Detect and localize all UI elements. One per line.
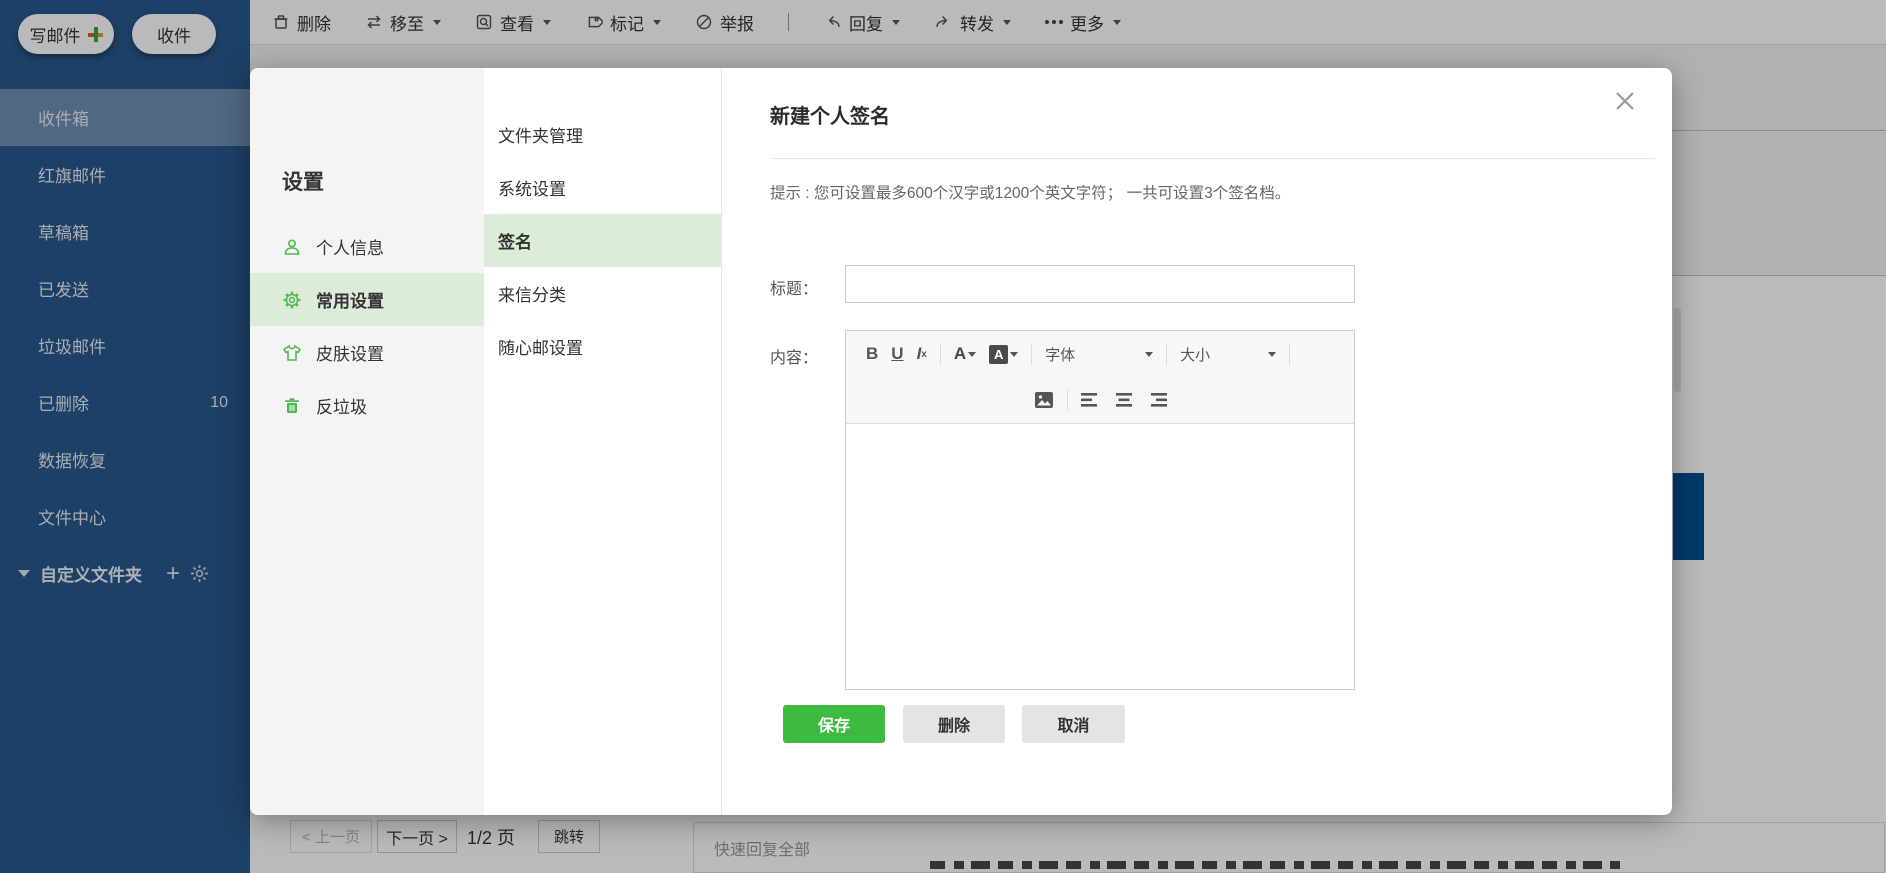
gear-icon (283, 291, 301, 308)
toolbar-separator (1289, 343, 1291, 365)
tshirt-icon (282, 343, 302, 361)
chevron-down-icon (968, 351, 977, 357)
settings-modal: 设置 个人信息 常用设置 皮肤设置 反垃圾 文件夹管理 系统设置 签名 来信分类… (250, 68, 1672, 815)
font-size-select[interactable]: 大小 (1180, 344, 1277, 365)
background-color-icon: A (989, 344, 1009, 364)
align-center-icon[interactable] (1114, 392, 1134, 408)
toolbar-separator (1067, 389, 1068, 411)
submenu-item-incoming-classification[interactable]: 来信分类 (484, 267, 722, 320)
settings-menu: 个人信息 常用设置 皮肤设置 反垃圾 (250, 220, 484, 432)
save-button[interactable]: 保存 (783, 705, 885, 743)
settings-title: 设置 (282, 171, 324, 194)
underline-icon[interactable]: U (891, 344, 903, 364)
submenu-item-signature[interactable]: 签名 (484, 214, 722, 267)
title-field-label: 标题： (770, 281, 819, 298)
close-modal-button[interactable] (1610, 86, 1640, 116)
chevron-down-icon (1010, 351, 1019, 357)
bold-icon[interactable]: B (866, 344, 878, 364)
align-left-icon[interactable] (1081, 392, 1101, 408)
person-icon (284, 238, 300, 255)
font-family-select[interactable]: 字体 (1045, 344, 1154, 365)
settings-menu-column: 设置 个人信息 常用设置 皮肤设置 反垃圾 (250, 68, 484, 815)
panel-title: 新建个人签名 (770, 106, 890, 128)
signature-panel: 新建个人签名 提示 : 您可设置最多600个汉字或1200个英文字符； 一共可设… (722, 68, 1672, 815)
close-icon (1616, 92, 1634, 110)
settings-submenu: 文件夹管理 系统设置 签名 来信分类 随心邮设置 (484, 108, 722, 373)
align-right-icon[interactable] (1147, 392, 1167, 408)
settings-item-anti-spam[interactable]: 反垃圾 (250, 379, 484, 432)
toolbar-separator (1166, 343, 1168, 365)
background-color-button[interactable]: A (989, 344, 1019, 364)
mail-app-screen: 写邮件 收件 收件箱 红旗邮件 草稿箱 已发送 垃圾邮件 已删除 10 数据恢复… (0, 0, 1886, 873)
chevron-down-icon (1268, 351, 1277, 357)
settings-item-common-settings[interactable]: 常用设置 (250, 273, 484, 326)
cancel-button[interactable]: 取消 (1022, 705, 1125, 743)
insert-image-icon[interactable] (1034, 391, 1054, 409)
settings-item-personal-info[interactable]: 个人信息 (250, 220, 484, 273)
divider (770, 158, 1655, 159)
content-field-label: 内容： (770, 350, 819, 367)
clear-format-icon[interactable]: Ix (917, 344, 927, 364)
submenu-item-suixin-mail[interactable]: 随心邮设置 (484, 320, 722, 373)
font-color-icon: A (953, 344, 967, 363)
submenu-item-folder-management[interactable]: 文件夹管理 (484, 108, 722, 161)
settings-item-skin-settings[interactable]: 皮肤设置 (250, 326, 484, 379)
editor-toolbar: B U Ix A A 字体 大小 (846, 331, 1354, 424)
settings-submenu-column: 文件夹管理 系统设置 签名 来信分类 随心邮设置 (484, 68, 722, 815)
signature-hint-text: 提示 : 您可设置最多600个汉字或1200个英文字符； 一共可设置3个签名档。 (770, 185, 1291, 202)
toolbar-separator (1031, 343, 1033, 365)
signature-title-input[interactable] (845, 265, 1355, 303)
trash-green-icon (285, 397, 299, 413)
font-color-button[interactable]: A (953, 344, 977, 364)
toolbar-separator (939, 343, 941, 365)
rich-text-editor: B U Ix A A 字体 大小 (845, 330, 1355, 690)
delete-signature-button[interactable]: 删除 (903, 705, 1005, 743)
submenu-item-system-settings[interactable]: 系统设置 (484, 161, 722, 214)
signature-content-textarea[interactable] (846, 424, 1354, 689)
chevron-down-icon (1145, 351, 1154, 357)
